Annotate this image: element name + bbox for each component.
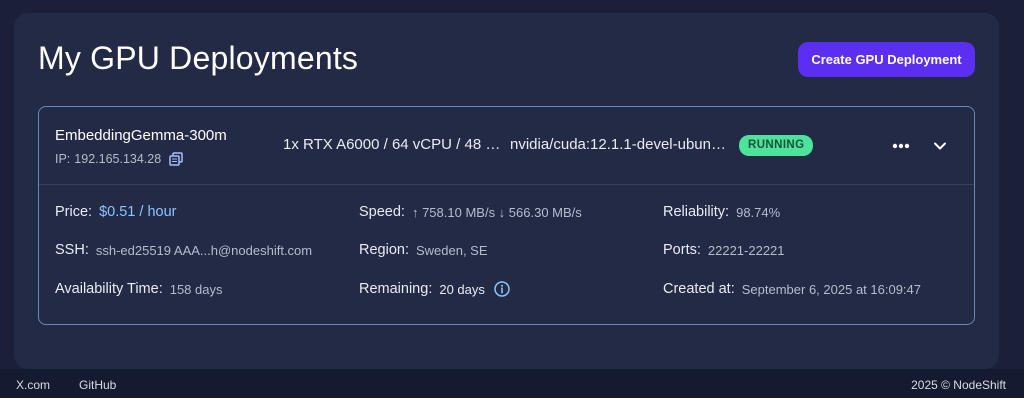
- speed-label: Speed:: [359, 204, 405, 220]
- ports-label: Ports:: [663, 242, 701, 258]
- ssh-label: SSH:: [55, 242, 89, 258]
- created-label: Created at:: [663, 281, 735, 297]
- detail-region: Region: Sweden, SE: [359, 242, 488, 258]
- footer-link-github[interactable]: GitHub: [79, 378, 116, 392]
- page-title: My GPU Deployments: [38, 40, 359, 76]
- more-options-button[interactable]: [889, 137, 913, 155]
- info-icon[interactable]: [494, 281, 510, 297]
- remaining-value: 20 days: [439, 281, 485, 297]
- region-value: Sweden, SE: [415, 242, 488, 258]
- detail-availability: Availability Time: 158 days: [55, 281, 222, 297]
- copyright: 2025 © NodeShift: [911, 378, 1006, 392]
- deployment-card: EmbeddingGemma-300m IP: 192.165.134.28 1…: [38, 106, 975, 325]
- price-value: $0.51 / hour: [99, 204, 177, 220]
- ssh-value[interactable]: ssh-ed25519 AAA...h@nodeshift.com: [96, 243, 312, 258]
- status-badge: RUNNING: [739, 135, 814, 156]
- reliability-label: Reliability:: [663, 204, 730, 220]
- detail-remaining: Remaining: 20 days: [359, 281, 510, 297]
- price-label: Price:: [55, 204, 93, 220]
- remaining-label: Remaining:: [359, 281, 433, 297]
- detail-ports: Ports: 22221-22221: [663, 242, 785, 258]
- detail-ssh: SSH: ssh-ed25519 AAA...h@nodeshift.com: [55, 242, 312, 258]
- detail-price: Price: $0.51 / hour: [55, 204, 176, 220]
- detail-created: Created at: September 6, 2025 at 16:09:4…: [663, 281, 921, 297]
- more-horizontal-icon: [892, 143, 910, 149]
- footer-link-x[interactable]: X.com: [16, 378, 50, 392]
- footer: X.com GitHub 2025 © NodeShift: [0, 369, 1024, 398]
- detail-reliability: Reliability: 98.74%: [663, 204, 780, 220]
- reliability-value: 98.74%: [736, 204, 781, 220]
- detail-speed: Speed: ↑ 758.10 MB/s ↓ 566.30 MB/s: [359, 204, 582, 220]
- deployment-name: EmbeddingGemma-300m: [55, 127, 227, 144]
- gpu-spec: 1x RTX A6000 / 64 vCPU / 48 …: [283, 136, 501, 153]
- ip-row: IP: 192.165.134.28: [55, 152, 183, 166]
- ip-address: 192.165.134.28: [74, 152, 162, 166]
- region-label: Region:: [359, 242, 409, 258]
- expand-toggle-button[interactable]: [928, 136, 952, 156]
- availability-value: 158 days: [169, 281, 223, 297]
- container-image: nvidia/cuda:12.1.1-devel-ubun…: [510, 136, 726, 153]
- chevron-down-icon: [934, 142, 946, 150]
- ports-value: 22221-22221: [707, 242, 785, 258]
- created-value: September 6, 2025 at 16:09:47: [741, 281, 921, 297]
- create-gpu-deployment-button[interactable]: Create GPU Deployment: [798, 42, 975, 77]
- copy-icon[interactable]: [169, 152, 183, 166]
- availability-label: Availability Time:: [55, 281, 163, 297]
- deployment-card-header[interactable]: EmbeddingGemma-300m IP: 192.165.134.28 1…: [39, 107, 974, 185]
- ip-label: IP:: [55, 152, 71, 166]
- speed-value: ↑ 758.10 MB/s ↓ 566.30 MB/s: [411, 204, 582, 220]
